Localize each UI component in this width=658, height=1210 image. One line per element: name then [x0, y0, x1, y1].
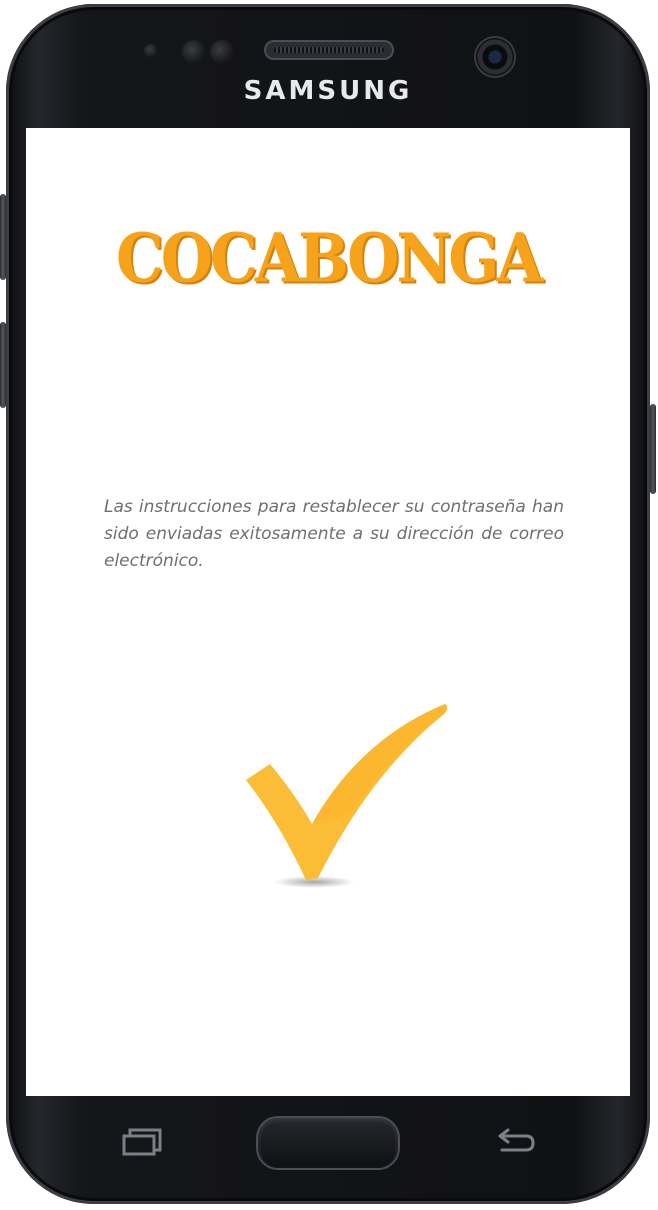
phone-frame: SAMSUNG COCABONGA Las instrucciones para…: [0, 4, 656, 1204]
volume-up-button: [0, 194, 6, 280]
app-logo: COCABONGA: [115, 219, 543, 299]
home-button[interactable]: [258, 1118, 398, 1168]
app-screen: COCABONGA Las instrucciones para restabl…: [26, 128, 630, 1096]
proximity-sensor: [144, 44, 158, 58]
earpiece-speaker: [264, 40, 394, 60]
front-camera: [476, 38, 514, 76]
recent-apps-icon[interactable]: [122, 1126, 162, 1156]
device-brand: SAMSUNG: [243, 76, 413, 106]
confirmation-message: Las instrucciones para restablecer su co…: [104, 497, 564, 571]
power-button: [650, 404, 656, 494]
back-icon[interactable]: [496, 1126, 536, 1156]
volume-down-button: [0, 322, 6, 408]
iris-sensor-right: [210, 40, 234, 64]
checkmark-icon: [246, 704, 448, 888]
iris-sensor-left: [182, 40, 206, 64]
